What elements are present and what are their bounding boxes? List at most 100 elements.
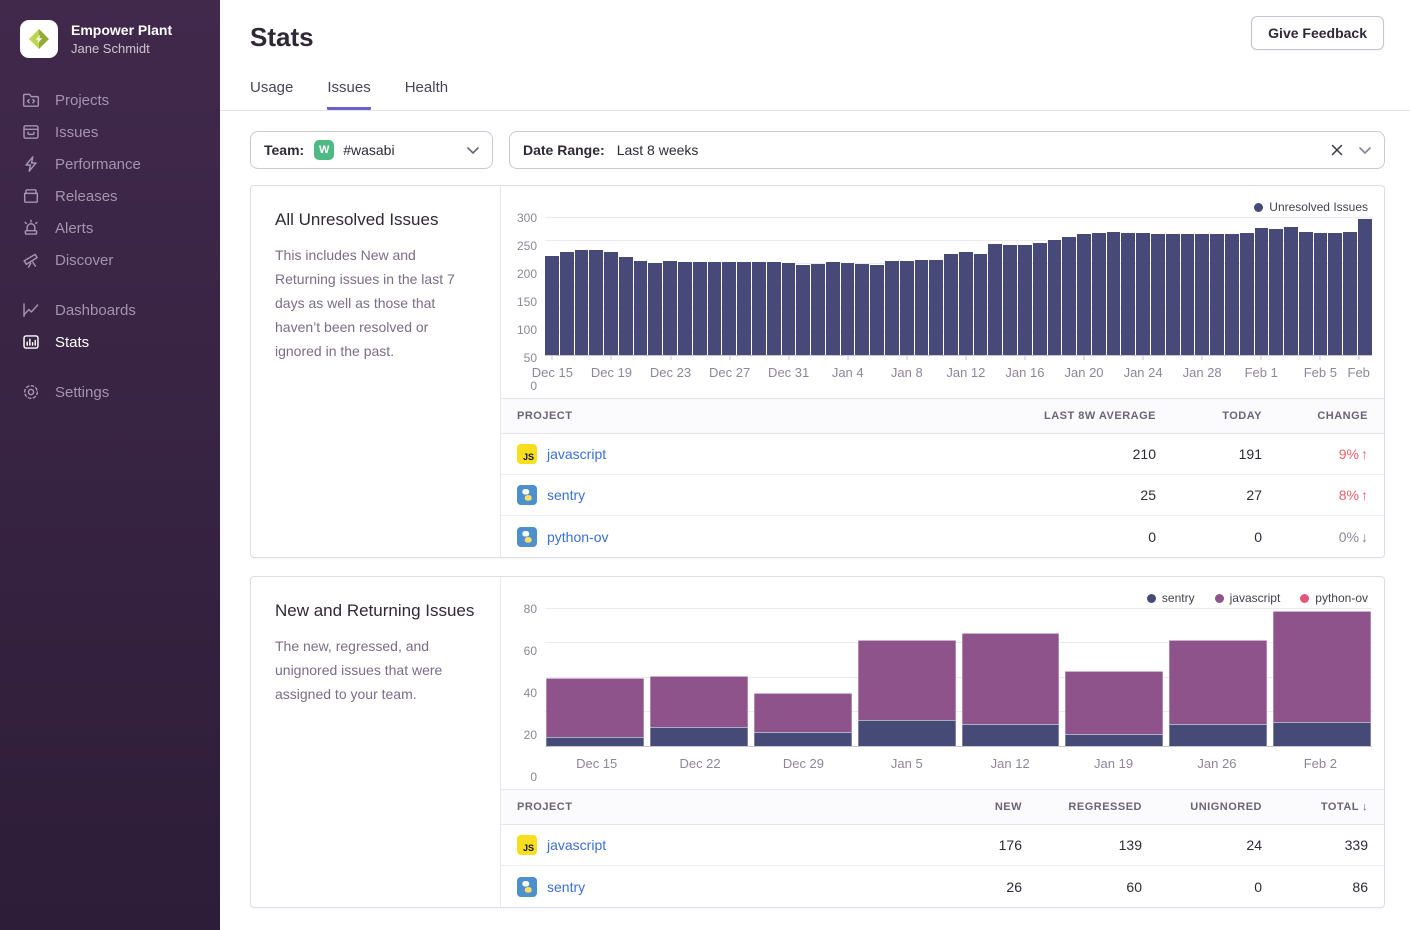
sidebar-item-alerts[interactable]: Alerts xyxy=(0,212,220,244)
col-header-change[interactable]: CHANGE xyxy=(1262,410,1368,422)
x-tick-label: Jan 12 xyxy=(946,365,985,380)
unresolved-bar xyxy=(767,262,781,355)
give-feedback-button[interactable]: Give Feedback xyxy=(1251,16,1384,50)
y-tick-label: 0 xyxy=(530,770,537,784)
python-platform-icon xyxy=(517,877,537,897)
unresolved-bar xyxy=(1092,233,1106,355)
unresolved-bar xyxy=(782,263,796,355)
sidebar: Empower Plant Jane Schmidt Projects Issu… xyxy=(0,0,220,930)
sidebar-item-projects[interactable]: Projects xyxy=(0,84,220,116)
table-row: sentry 25 27 8%↑ xyxy=(501,475,1384,516)
sidebar-item-stats[interactable]: Stats xyxy=(0,326,220,358)
unresolved-bar xyxy=(1121,233,1135,355)
tab-issues[interactable]: Issues xyxy=(327,79,370,110)
col-header-project[interactable]: PROJECT xyxy=(517,801,916,813)
team-select[interactable]: Team: W #wasabi xyxy=(250,131,493,169)
unresolved-bar xyxy=(737,262,751,355)
col-header-today[interactable]: TODAY xyxy=(1156,410,1262,422)
table-header-row: PROJECT NEW REGRESSED UNIGNORED TOTAL↓ xyxy=(501,789,1384,825)
panel-title: New and Returning Issues xyxy=(275,601,476,621)
org-switcher[interactable]: Empower Plant Jane Schmidt xyxy=(0,0,220,84)
total-value: 339 xyxy=(1262,837,1368,853)
project-link[interactable]: javascript xyxy=(547,446,606,462)
clear-icon[interactable] xyxy=(1331,144,1343,156)
sort-descending-icon: ↓ xyxy=(1362,801,1368,813)
tab-health[interactable]: Health xyxy=(405,79,448,110)
total-value: 86 xyxy=(1262,879,1368,895)
date-range-select[interactable]: Date Range: Last 8 weeks xyxy=(509,131,1385,169)
sidebar-item-dashboards[interactable]: Dashboards xyxy=(0,294,220,326)
legend-label: javascript xyxy=(1230,591,1281,605)
legend-item-sentry[interactable]: sentry xyxy=(1147,591,1195,605)
unresolved-bar xyxy=(1062,237,1076,355)
sidebar-item-label: Alerts xyxy=(55,220,93,237)
x-tick-label: Dec 15 xyxy=(532,365,573,380)
sidebar-item-label: Performance xyxy=(55,156,141,173)
sidebar-item-performance[interactable]: Performance xyxy=(0,148,220,180)
discover-icon xyxy=(22,251,40,269)
avg-value: 25 xyxy=(956,487,1156,503)
sidebar-item-label: Dashboards xyxy=(55,302,136,319)
panel-description: The new, regressed, and unignored issues… xyxy=(275,634,476,706)
today-value: 27 xyxy=(1156,487,1262,503)
y-tick-label: 50 xyxy=(524,351,537,365)
legend-dot xyxy=(1215,594,1224,603)
y-tick-label: 80 xyxy=(524,602,537,616)
project-link[interactable]: sentry xyxy=(547,487,585,503)
col-header-avg[interactable]: LAST 8W AVERAGE xyxy=(956,410,1156,422)
bar-segment-sentry xyxy=(546,737,644,746)
table-row: python-ov 0 0 0%↓ xyxy=(501,516,1384,557)
projects-icon xyxy=(22,91,40,109)
y-tick-label: 100 xyxy=(517,323,537,337)
project-link[interactable]: python-ov xyxy=(547,529,608,545)
panel-title: All Unresolved Issues xyxy=(275,210,476,230)
x-tick-label: Jan 5 xyxy=(855,747,958,777)
col-header-regressed[interactable]: REGRESSED xyxy=(1022,801,1142,813)
tab-usage[interactable]: Usage xyxy=(250,79,293,110)
project-link[interactable]: sentry xyxy=(547,879,585,895)
unresolved-bar xyxy=(841,263,855,355)
new-returning-chart: sentry javascript python-ov 020406080 xyxy=(501,577,1384,783)
empower-plant-logo-icon xyxy=(27,27,51,51)
col-header-total[interactable]: TOTAL↓ xyxy=(1262,801,1368,813)
bar-segment-javascript xyxy=(1169,640,1267,724)
javascript-platform-icon: JS xyxy=(517,835,537,855)
project-link[interactable]: javascript xyxy=(547,837,606,853)
unresolved-bar xyxy=(1358,219,1372,355)
unresolved-bar xyxy=(1225,234,1239,355)
chevron-down-icon xyxy=(467,147,479,154)
trend-up-icon: ↑ xyxy=(1361,487,1368,503)
sidebar-item-settings[interactable]: Settings xyxy=(0,376,220,408)
new-value: 176 xyxy=(916,837,1022,853)
col-header-project[interactable]: PROJECT xyxy=(517,410,956,422)
x-tick-label: Jan 4 xyxy=(832,365,864,380)
unresolved-bar xyxy=(708,262,722,355)
unresolved-bar xyxy=(1314,233,1328,355)
x-tick-label: Feb 1 xyxy=(1245,365,1278,380)
sidebar-item-releases[interactable]: Releases xyxy=(0,180,220,212)
x-tick-label: Jan 16 xyxy=(1005,365,1044,380)
team-value: #wasabi xyxy=(343,142,394,158)
col-header-unignored[interactable]: UNIGNORED xyxy=(1142,801,1262,813)
python-platform-icon xyxy=(517,485,537,505)
sidebar-item-issues[interactable]: Issues xyxy=(0,116,220,148)
change-value: 8%↑ xyxy=(1262,487,1368,503)
user-name: Jane Schmidt xyxy=(71,40,172,57)
date-range-label: Date Range: xyxy=(523,142,605,158)
python-platform-icon xyxy=(517,527,537,547)
legend-item-unresolved-issues[interactable]: Unresolved Issues xyxy=(1254,200,1368,214)
legend-item-javascript[interactable]: javascript xyxy=(1215,591,1281,605)
unresolved-bar xyxy=(1107,232,1121,355)
bar-segment-javascript xyxy=(962,633,1060,724)
table-header-row: PROJECT LAST 8W AVERAGE TODAY CHANGE xyxy=(501,398,1384,434)
col-header-new[interactable]: NEW xyxy=(916,801,1022,813)
legend-label: Unresolved Issues xyxy=(1269,200,1368,214)
unresolved-bar xyxy=(752,262,766,355)
x-tick-label: Jan 19 xyxy=(1062,747,1165,777)
legend-item-python-ov[interactable]: python-ov xyxy=(1300,591,1368,605)
unresolved-bar xyxy=(545,256,559,355)
sidebar-item-discover[interactable]: Discover xyxy=(0,244,220,276)
unresolved-bar xyxy=(1048,240,1062,355)
team-avatar: W xyxy=(314,140,334,160)
table-row: JS javascript 176 139 24 339 xyxy=(501,825,1384,866)
